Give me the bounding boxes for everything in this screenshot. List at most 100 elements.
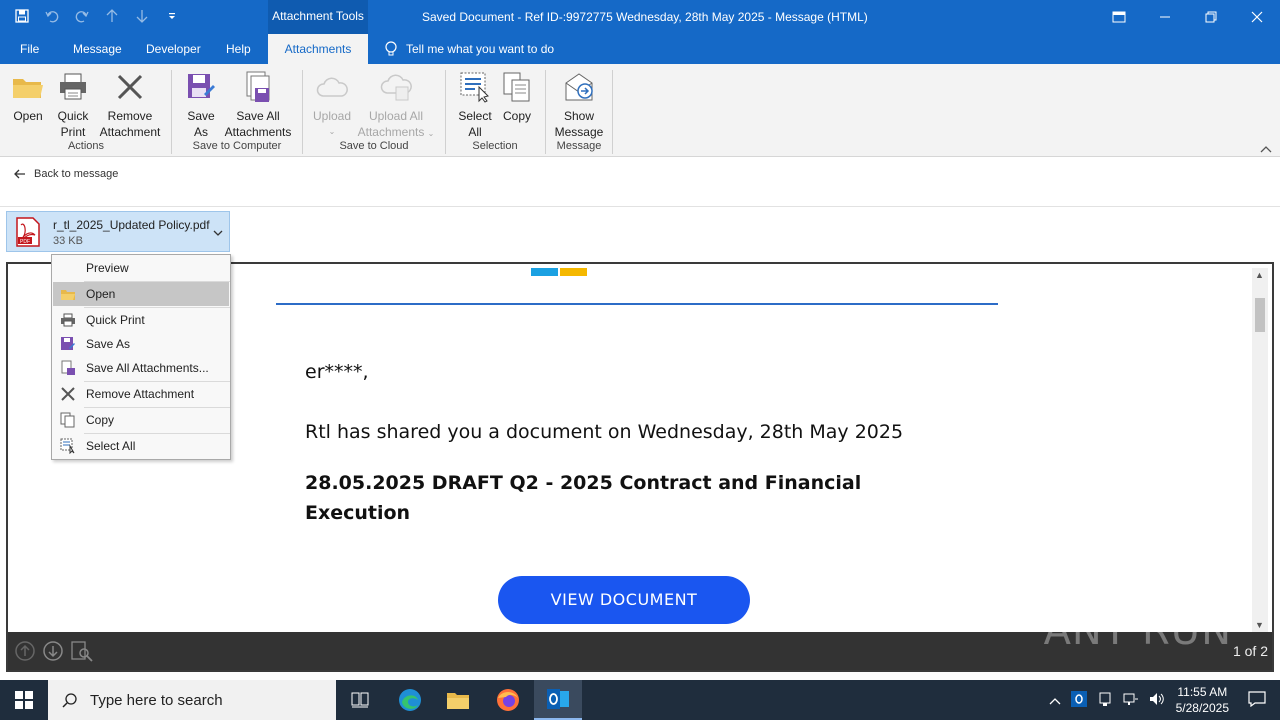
taskbar-search[interactable]: Type here to search bbox=[48, 680, 336, 720]
cloud-icon bbox=[315, 70, 349, 104]
save-all-icon bbox=[53, 360, 83, 376]
printer-icon bbox=[56, 70, 90, 104]
ribbon-separator bbox=[612, 70, 613, 154]
menu-item-copy[interactable]: Copy bbox=[53, 408, 229, 432]
upload-button[interactable]: Upload ⌄ bbox=[310, 68, 354, 140]
customize-qat-icon[interactable] bbox=[162, 6, 182, 26]
open-button[interactable]: Open bbox=[8, 68, 48, 124]
outlook-tray-icon[interactable] bbox=[1070, 690, 1087, 710]
up-arrow-icon[interactable] bbox=[102, 6, 122, 26]
clock[interactable]: 11:55 AM 5/28/2025 bbox=[1176, 684, 1229, 716]
system-tray: 11:55 AM 5/28/2025 bbox=[1044, 680, 1280, 720]
attachment-chip[interactable]: PDF r_tl_2025_Updated Policy.pdf 33 KB bbox=[6, 211, 230, 252]
select-all-button[interactable]: Select All bbox=[454, 68, 496, 140]
menu-item-label: Copy bbox=[86, 413, 115, 427]
open-label: Open bbox=[13, 109, 43, 123]
scrollbar-thumb[interactable] bbox=[1255, 298, 1265, 332]
show-message-label-2: Message bbox=[554, 125, 604, 139]
tab-file[interactable]: File bbox=[12, 34, 47, 64]
quick-access-toolbar bbox=[12, 6, 182, 26]
lightbulb-icon bbox=[385, 41, 397, 56]
copy-icon bbox=[53, 412, 83, 428]
tab-attachments[interactable]: Attachments bbox=[268, 34, 368, 64]
quick-print-button[interactable]: Quick Print bbox=[52, 68, 94, 140]
view-document-button[interactable]: VIEW DOCUMENT bbox=[498, 576, 750, 624]
upload-all-attachments-button[interactable]: Upload All Attachments ⌄ bbox=[354, 68, 438, 142]
network-icon[interactable] bbox=[1123, 691, 1139, 710]
tab-developer[interactable]: Developer bbox=[138, 34, 209, 64]
page-indicator: 1 of 2 bbox=[1232, 643, 1268, 659]
remove-attachment-button[interactable]: Remove Attachment bbox=[96, 68, 164, 140]
quick-print-label-1: Quick bbox=[57, 109, 89, 123]
start-button[interactable] bbox=[0, 680, 48, 720]
show-message-button[interactable]: Show Message bbox=[552, 68, 606, 140]
page-nav-controls bbox=[14, 640, 94, 662]
menu-item-select-all[interactable]: Select All bbox=[53, 434, 229, 458]
attachment-dropdown-icon[interactable] bbox=[213, 225, 223, 239]
printer-icon bbox=[53, 313, 83, 327]
restore-icon[interactable] bbox=[1188, 0, 1234, 34]
document-heading: 28.05.2025 DRAFT Q2 - 2025 Contract and … bbox=[305, 472, 862, 524]
upload-dropdown-icon: ⌄ bbox=[328, 127, 336, 136]
save-all-attachments-button[interactable]: Save All Attachments bbox=[222, 68, 294, 140]
menu-item-quick-print[interactable]: Quick Print bbox=[53, 308, 229, 332]
copy-icon bbox=[500, 70, 534, 104]
down-arrow-icon[interactable] bbox=[132, 6, 152, 26]
clock-time: 11:55 AM bbox=[1177, 685, 1228, 699]
upload-all-label-2-text: Attachments bbox=[357, 125, 425, 139]
back-arrow-icon bbox=[14, 169, 25, 179]
menu-item-label: Select All bbox=[86, 439, 136, 453]
edge-browser-icon[interactable] bbox=[386, 680, 434, 720]
menu-item-open[interactable]: Open bbox=[53, 282, 229, 306]
tell-me-search[interactable]: Tell me what you want to do bbox=[384, 34, 554, 64]
tab-help[interactable]: Help bbox=[218, 34, 259, 64]
notifications-icon[interactable] bbox=[1248, 690, 1266, 710]
tab-message[interactable]: Message bbox=[65, 34, 130, 64]
close-icon[interactable] bbox=[1234, 0, 1280, 34]
menu-item-preview[interactable]: Preview bbox=[53, 256, 229, 280]
ribbon-display-options-icon[interactable] bbox=[1096, 0, 1142, 34]
attachment-name: r_tl_2025_Updated Policy.pdf bbox=[53, 218, 210, 232]
title-bar: Attachment Tools Saved Document - Ref ID… bbox=[0, 0, 1280, 34]
save-as-icon bbox=[53, 336, 83, 352]
preview-scrollbar[interactable]: ▲ ▼ bbox=[1252, 268, 1268, 632]
file-explorer-icon[interactable] bbox=[434, 680, 482, 720]
volume-icon[interactable] bbox=[1149, 691, 1165, 710]
tray-expand-icon[interactable] bbox=[1049, 693, 1061, 708]
undo-icon[interactable] bbox=[42, 6, 62, 26]
group-actions-label: Actions bbox=[67, 140, 105, 152]
select-all-label-1: Select bbox=[458, 109, 492, 123]
menu-item-save-all[interactable]: Save All Attachments... bbox=[53, 356, 229, 380]
save-as-button[interactable]: Save As bbox=[182, 68, 220, 140]
save-all-label-2: Attachments bbox=[224, 125, 292, 139]
scroll-up-icon[interactable]: ▲ bbox=[1255, 270, 1264, 280]
save-all-icon bbox=[241, 70, 275, 104]
save-icon[interactable] bbox=[12, 6, 32, 26]
menu-item-label: Save As bbox=[86, 337, 131, 351]
menu-item-save-as[interactable]: Save As bbox=[53, 332, 229, 356]
firefox-icon[interactable] bbox=[484, 680, 532, 720]
redo-icon[interactable] bbox=[72, 6, 92, 26]
copy-button[interactable]: Copy bbox=[498, 68, 536, 124]
menu-item-label: Preview bbox=[86, 261, 129, 275]
find-in-page-icon[interactable] bbox=[70, 640, 94, 662]
menu-item-remove-attachment[interactable]: Remove Attachment bbox=[53, 382, 229, 406]
minimize-icon[interactable] bbox=[1142, 0, 1188, 34]
collapse-ribbon-icon[interactable] bbox=[1260, 142, 1272, 156]
previous-page-icon[interactable] bbox=[14, 640, 36, 662]
folder-icon bbox=[11, 70, 45, 104]
group-save-computer-label: Save to Computer bbox=[192, 140, 282, 152]
task-view-icon[interactable] bbox=[336, 680, 384, 720]
back-to-message-link[interactable]: Back to message bbox=[14, 168, 118, 180]
remove-label-2: Attachment bbox=[99, 125, 161, 139]
scroll-down-icon[interactable]: ▼ bbox=[1255, 620, 1264, 630]
document-rule bbox=[276, 303, 998, 305]
window-controls bbox=[1096, 0, 1280, 34]
search-placeholder: Type here to search bbox=[90, 691, 223, 709]
device-icon[interactable] bbox=[1097, 691, 1113, 710]
next-page-icon[interactable] bbox=[42, 640, 64, 662]
outlook-taskbar-icon[interactable] bbox=[534, 680, 582, 720]
remove-label-1: Remove bbox=[107, 109, 153, 123]
attachment-context-menu: Preview Open Quick Print Save As Save Al… bbox=[51, 254, 231, 460]
back-link-label: Back to message bbox=[34, 168, 119, 180]
